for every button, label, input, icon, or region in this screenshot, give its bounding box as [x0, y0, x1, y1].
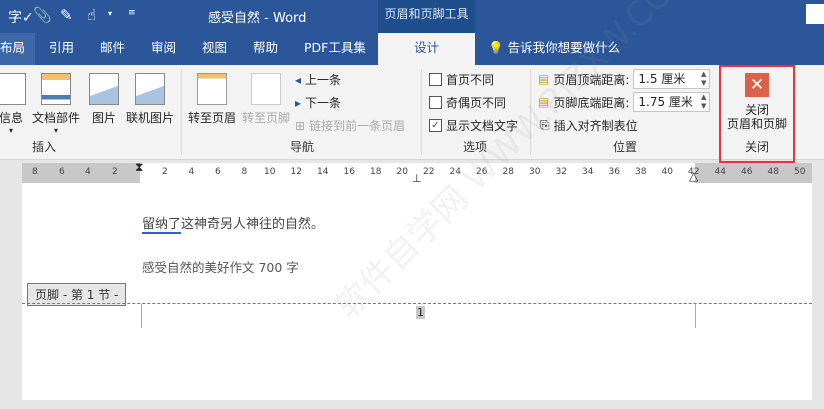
- ruler-tick-label: 18: [370, 167, 382, 177]
- quick-parts-button[interactable]: 文档部件 ▾: [30, 73, 82, 135]
- picture-icon: [89, 73, 119, 105]
- checkbox-icon: [429, 96, 442, 109]
- document-page[interactable]: 留纳了这神奇另人神往的自然。 感受自然的美好作文 700 字 页脚 - 第 1 …: [22, 0, 812, 400]
- ruler-tick-label: 36: [608, 167, 620, 177]
- spelling-icon[interactable]: 字✓: [8, 7, 34, 27]
- touch-mode-icon[interactable]: ☝: [87, 6, 96, 24]
- link-icon: ⊞: [295, 118, 306, 133]
- ruler-tick-label: 34: [582, 167, 594, 177]
- group-label-insert: 插入: [32, 140, 57, 154]
- ribbon: 信息 ▾ 文档部件 ▾ 图片 联机图片 插入 转至页眉 转至页脚 ◂ 上一条 ▸ 下一条…: [0, 65, 824, 163]
- customize-qat-icon[interactable]: ≡: [128, 8, 136, 18]
- tab-review[interactable]: 审阅: [151, 33, 176, 65]
- next-icon: ▸: [295, 95, 302, 110]
- ruler-tick-label: 16: [343, 167, 355, 177]
- lightbulb-icon: 💡: [488, 40, 504, 55]
- goto-header-icon: [197, 73, 227, 105]
- different-first-page-checkbox[interactable]: 首页不同: [429, 71, 494, 88]
- body-line-1: 留纳了这神奇另人神往的自然。: [142, 217, 325, 234]
- page-number-field[interactable]: 1: [416, 306, 425, 319]
- ruler-tick-label: 2: [162, 167, 168, 177]
- tab-help[interactable]: 帮助: [253, 33, 278, 65]
- ruler-tick-label: 4: [188, 167, 195, 177]
- indent-marker[interactable]: ⧗: [135, 160, 143, 175]
- goto-header-button[interactable]: 转至页眉: [186, 73, 238, 126]
- ruler-margin-left: [22, 163, 140, 183]
- ruler-tick-label: 14: [317, 167, 329, 177]
- previous-icon: ◂: [295, 72, 302, 87]
- next-button[interactable]: ▸ 下一条: [295, 94, 341, 111]
- previous-button[interactable]: ◂ 上一条: [295, 71, 341, 88]
- goto-footer-icon: [251, 73, 281, 105]
- doc-info-button[interactable]: 信息 ▾: [0, 73, 30, 135]
- ruler-tick-label: 40: [661, 167, 673, 177]
- tab-design[interactable]: 设计: [378, 33, 475, 65]
- checkbox-icon: [429, 73, 442, 86]
- ruler-tick-label: 50: [794, 167, 806, 177]
- spin-arrows-icon: ▲ ▼: [701, 93, 707, 110]
- header-distance-input[interactable]: 1.5 厘米 ▲ ▼: [633, 69, 711, 89]
- link-to-previous-button: ⊞ 链接到前一条页眉: [295, 118, 406, 134]
- group-label-position: 位置: [613, 140, 638, 154]
- online-picture-button[interactable]: 联机图片: [124, 73, 176, 126]
- different-odd-even-checkbox[interactable]: 奇偶页不同: [429, 94, 506, 111]
- divider: [181, 69, 182, 155]
- tab-mailings[interactable]: 邮件: [100, 33, 125, 65]
- doc-info-icon: [0, 73, 26, 105]
- ruler-tick-label: 32: [555, 167, 567, 177]
- group-label-close: 关闭: [745, 140, 770, 154]
- ruler-tick-label: 10: [264, 167, 276, 177]
- ribbon-tabs: 布局 引用 邮件 审阅 视图 帮助 PDF工具集 设计 💡 告诉我你想要做什么: [0, 33, 824, 65]
- close-icon: ✕: [745, 73, 769, 97]
- picture-button[interactable]: 图片: [88, 73, 120, 126]
- divider: [421, 69, 422, 155]
- ruler-tick-label: 6: [215, 167, 221, 177]
- group-label-navigation: 导航: [290, 140, 315, 154]
- ruler-tick-label: 30: [529, 167, 541, 177]
- quick-parts-icon: [41, 73, 71, 105]
- ruler-tick-label: 22: [423, 167, 435, 177]
- margin-corner: [695, 304, 696, 328]
- ruler-tick-label: 20: [396, 167, 408, 177]
- account-button[interactable]: [806, 4, 824, 24]
- checkmark-icon: ✓: [429, 119, 442, 132]
- tab-pdf-tools[interactable]: PDF工具集: [304, 33, 366, 65]
- close-header-footer-button[interactable]: ✕ 关闭 页眉和页脚: [722, 73, 792, 131]
- dropdown-icon[interactable]: ▾: [108, 9, 112, 18]
- tab-references[interactable]: 引用: [49, 33, 74, 65]
- tab-view[interactable]: 视图: [202, 33, 227, 65]
- tab-layout[interactable]: 布局: [0, 33, 35, 65]
- window-title: 感受自然 - Word: [208, 11, 307, 26]
- context-tool-title: 页眉和页脚工具: [378, 0, 475, 33]
- ruler-tick-label: 8: [241, 167, 248, 177]
- horizontal-ruler[interactable]: 8642 ⧗ 2 4 6 8 10 12 14 16 18 20 22 24 26 28 30 32 34 36 3…: [22, 160, 812, 185]
- footer-distance-input[interactable]: 1.75 厘米 ▲ ▼: [633, 92, 711, 112]
- ruler-tick-label: 38: [635, 167, 647, 177]
- ruler-tick-label: 12: [290, 167, 302, 177]
- ruler-tick-label: 44: [714, 167, 726, 177]
- goto-footer-button: 转至页脚: [240, 73, 292, 126]
- attach-icon[interactable]: 📎: [33, 6, 52, 24]
- ruler-tick-label: 48: [767, 167, 779, 177]
- online-picture-icon: [135, 73, 165, 105]
- body-line-2: 感受自然的美好作文 700 字: [142, 260, 299, 275]
- ruler-tick-label: 46: [741, 167, 753, 177]
- right-indent-marker[interactable]: △: [689, 169, 698, 183]
- spin-arrows-icon: ▲ ▼: [701, 70, 707, 87]
- edit-icon[interactable]: ✎: [60, 6, 73, 24]
- margin-corner: [141, 304, 142, 328]
